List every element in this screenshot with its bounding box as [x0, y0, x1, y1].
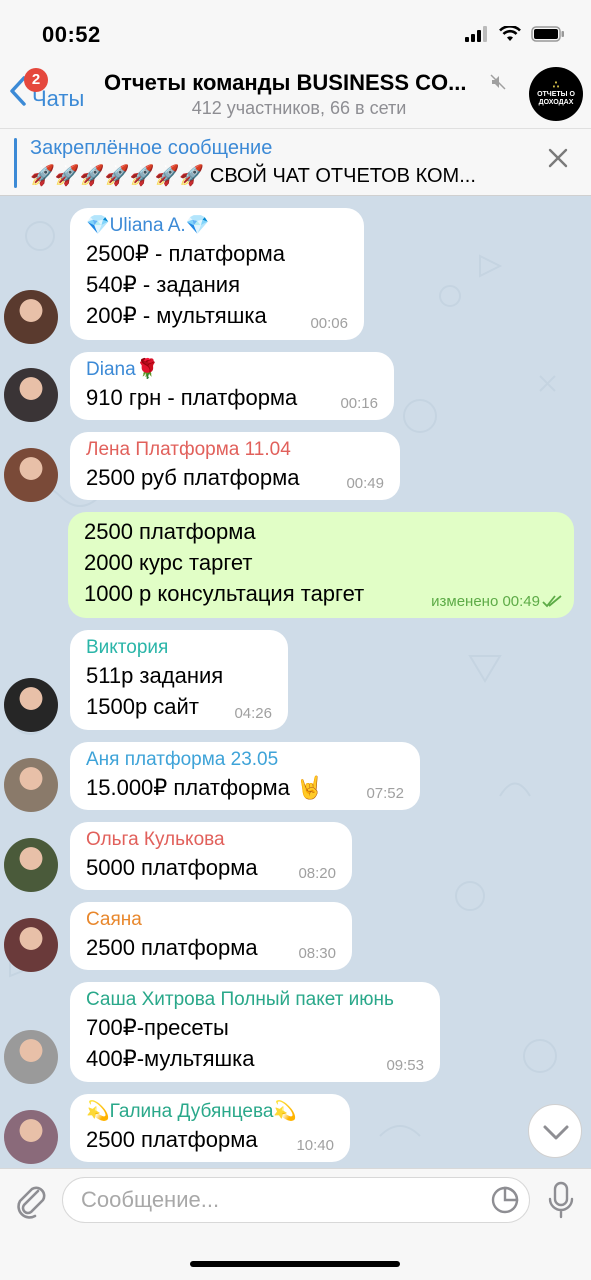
message-sender[interactable]: 💫Галина Дубянцева💫 [86, 1100, 334, 1124]
message-text-line: 200₽ - мультяшка [86, 303, 267, 328]
incoming-message[interactable]: Виктория 511р задания 1500р сайт 04:26 [70, 630, 288, 730]
message-text-line: 910 грн - платформа [86, 385, 298, 410]
avatar[interactable] [4, 1110, 58, 1164]
signal-icon [465, 26, 487, 42]
close-icon[interactable] [547, 147, 569, 169]
avatar[interactable] [4, 838, 58, 892]
channel-avatar[interactable]: ∴ ОТЧЕТЫ О ДОХОДАХ [529, 67, 583, 121]
message-sender[interactable]: Виктория [86, 636, 272, 660]
outgoing-message[interactable]: 2500 платформа 2000 курс таргет 1000 р кон… [68, 512, 574, 618]
chat-title[interactable]: Отчеты команды BUSINESS CO... [104, 70, 494, 96]
incoming-message[interactable]: Diana🌹 910 грн - платформа 00:16 [70, 352, 394, 420]
message-time: 00:06 [310, 315, 348, 332]
avatar[interactable] [4, 918, 58, 972]
sticker-icon[interactable] [490, 1185, 520, 1215]
message-sender[interactable]: Ольга Кулькова [86, 828, 336, 852]
incoming-message[interactable]: Аня платформа 23.05 15.000₽ платформа 🤘 07… [70, 742, 420, 810]
incoming-message[interactable]: Ольга Кулькова 5000 платформа 08:20 [70, 822, 352, 890]
message-sender[interactable]: Аня платформа 23.05 [86, 748, 404, 772]
attach-icon[interactable] [14, 1181, 48, 1219]
message-sender[interactable]: 💎Uliana A.💎 [86, 214, 348, 238]
message-time: 04:26 [234, 705, 272, 722]
double-check-icon [542, 595, 562, 608]
message-text-line: 2500 платформа [84, 519, 256, 544]
chat-subtitle: 412 участников, 66 в сети [191, 98, 407, 118]
microphone-icon[interactable] [548, 1181, 574, 1221]
message-time: изменено 00:49 [431, 593, 540, 610]
message-text-line: 15.000₽ платформа 🤘 [86, 775, 324, 800]
message-sender[interactable]: Саяна [86, 908, 336, 932]
pinned-text: 🚀🚀🚀🚀🚀🚀🚀 СВОЙ ЧАТ ОТЧЕТОВ КОМ... [30, 165, 476, 187]
message-text-line: 540₽ - задания [86, 272, 240, 297]
incoming-message[interactable]: Саша Хитрова Полный пакет июнь 700₽-пресе… [70, 982, 440, 1082]
message-time: 08:30 [298, 945, 336, 962]
pinned-title: Закреплённое сообщение [30, 137, 273, 159]
avatar[interactable] [4, 1030, 58, 1084]
chevron-down-icon [543, 1125, 569, 1140]
status-time: 00:52 [42, 22, 101, 47]
avatar[interactable] [4, 678, 58, 732]
status-icons [465, 26, 565, 42]
home-indicator [190, 1261, 400, 1267]
message-sender[interactable]: Саша Хитрова Полный пакет июнь [86, 988, 424, 1012]
channel-avatar-text: ОТЧЕТЫ О ДОХОДАХ [537, 91, 575, 106]
message-text-line: 2000 курс таргет [84, 550, 253, 575]
message-text-line: 511р задания [86, 663, 224, 688]
message-time: 09:53 [386, 1057, 424, 1074]
message-text-line: 2500 руб платформа [86, 465, 300, 490]
message-time: 08:20 [298, 865, 336, 882]
wifi-icon [499, 26, 521, 41]
message-text-line: 2500₽ - платформа [86, 241, 285, 266]
scroll-down-button[interactable] [528, 1104, 582, 1158]
message-time: 07:52 [366, 785, 404, 802]
message-time: 00:49 [346, 475, 384, 492]
incoming-message[interactable]: 💎Uliana A.💎 2500₽ - платформа 540₽ - задан… [70, 208, 364, 340]
message-sender[interactable]: Лена Платформа 11.04 [86, 438, 384, 462]
message-sender[interactable]: Diana🌹 [86, 358, 378, 382]
message-time: 10:40 [296, 1137, 334, 1154]
unread-badge: 2 [24, 68, 48, 92]
mute-icon [490, 74, 506, 90]
message-text-line: 400₽-мультяшка [86, 1046, 255, 1071]
pinned-message[interactable]: Закреплённое сообщение 🚀🚀🚀🚀🚀🚀🚀 СВОЙ ЧАТ … [0, 128, 591, 196]
avatar[interactable] [4, 368, 58, 422]
message-time: 00:16 [340, 395, 378, 412]
message-list[interactable]: 💎Uliana A.💎 2500₽ - платформа 540₽ - задан… [0, 196, 591, 1168]
chat-header: 2 Чаты Отчеты команды BUSINESS CO... 412… [0, 62, 591, 128]
pinned-accent-bar [14, 138, 17, 188]
battery-icon [531, 26, 564, 42]
avatar[interactable] [4, 290, 58, 344]
avatar[interactable] [4, 448, 58, 502]
back-button[interactable]: 2 Чаты [8, 68, 84, 112]
incoming-message[interactable]: Лена Платформа 11.04 2500 руб платформа 00… [70, 432, 400, 500]
incoming-message[interactable]: Саяна 2500 платформа 08:30 [70, 902, 352, 970]
incoming-message[interactable]: 💫Галина Дубянцева💫 2500 платформа 10:40 [70, 1094, 350, 1162]
message-input[interactable] [62, 1177, 530, 1223]
message-text-line: 700₽-пресеты [86, 1015, 229, 1040]
status-bar: 00:52 [0, 0, 591, 62]
avatar[interactable] [4, 758, 58, 812]
logo-dots-icon: ∴ [552, 80, 560, 91]
